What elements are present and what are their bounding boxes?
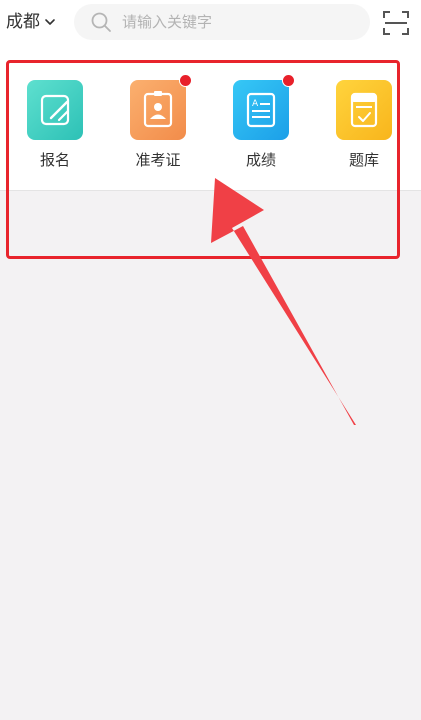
top-bar: 成都 [0,0,421,48]
id-badge-icon [130,74,192,140]
shortcut-question-bank[interactable]: 题库 [324,80,404,170]
shortcut-scores[interactable]: A 成绩 [221,74,301,170]
search-icon [91,12,111,32]
city-selector[interactable]: 成都 [6,10,56,34]
score-report-icon: A [233,74,295,140]
shortcut-label: 成绩 [245,151,276,169]
shortcut-label: 准考证 [135,151,181,169]
arrow-shape [211,178,356,425]
shortcut-admission-ticket[interactable]: 准考证 [118,74,198,170]
search-input[interactable] [120,12,354,32]
scan-icon[interactable] [382,9,410,37]
svg-text:A: A [252,99,259,109]
question-bank-icon [336,80,392,140]
shortcut-label: 报名 [39,151,70,169]
search-bar[interactable] [74,4,370,40]
edit-form-icon [27,80,83,140]
notification-dot [179,74,192,87]
chevron-down-icon [45,19,55,25]
shortcut-label: 题库 [348,151,379,169]
shortcut-signup[interactable]: 报名 [15,80,95,170]
city-label: 成都 [6,12,40,32]
notification-dot [282,74,295,87]
panel-divider [0,190,421,191]
